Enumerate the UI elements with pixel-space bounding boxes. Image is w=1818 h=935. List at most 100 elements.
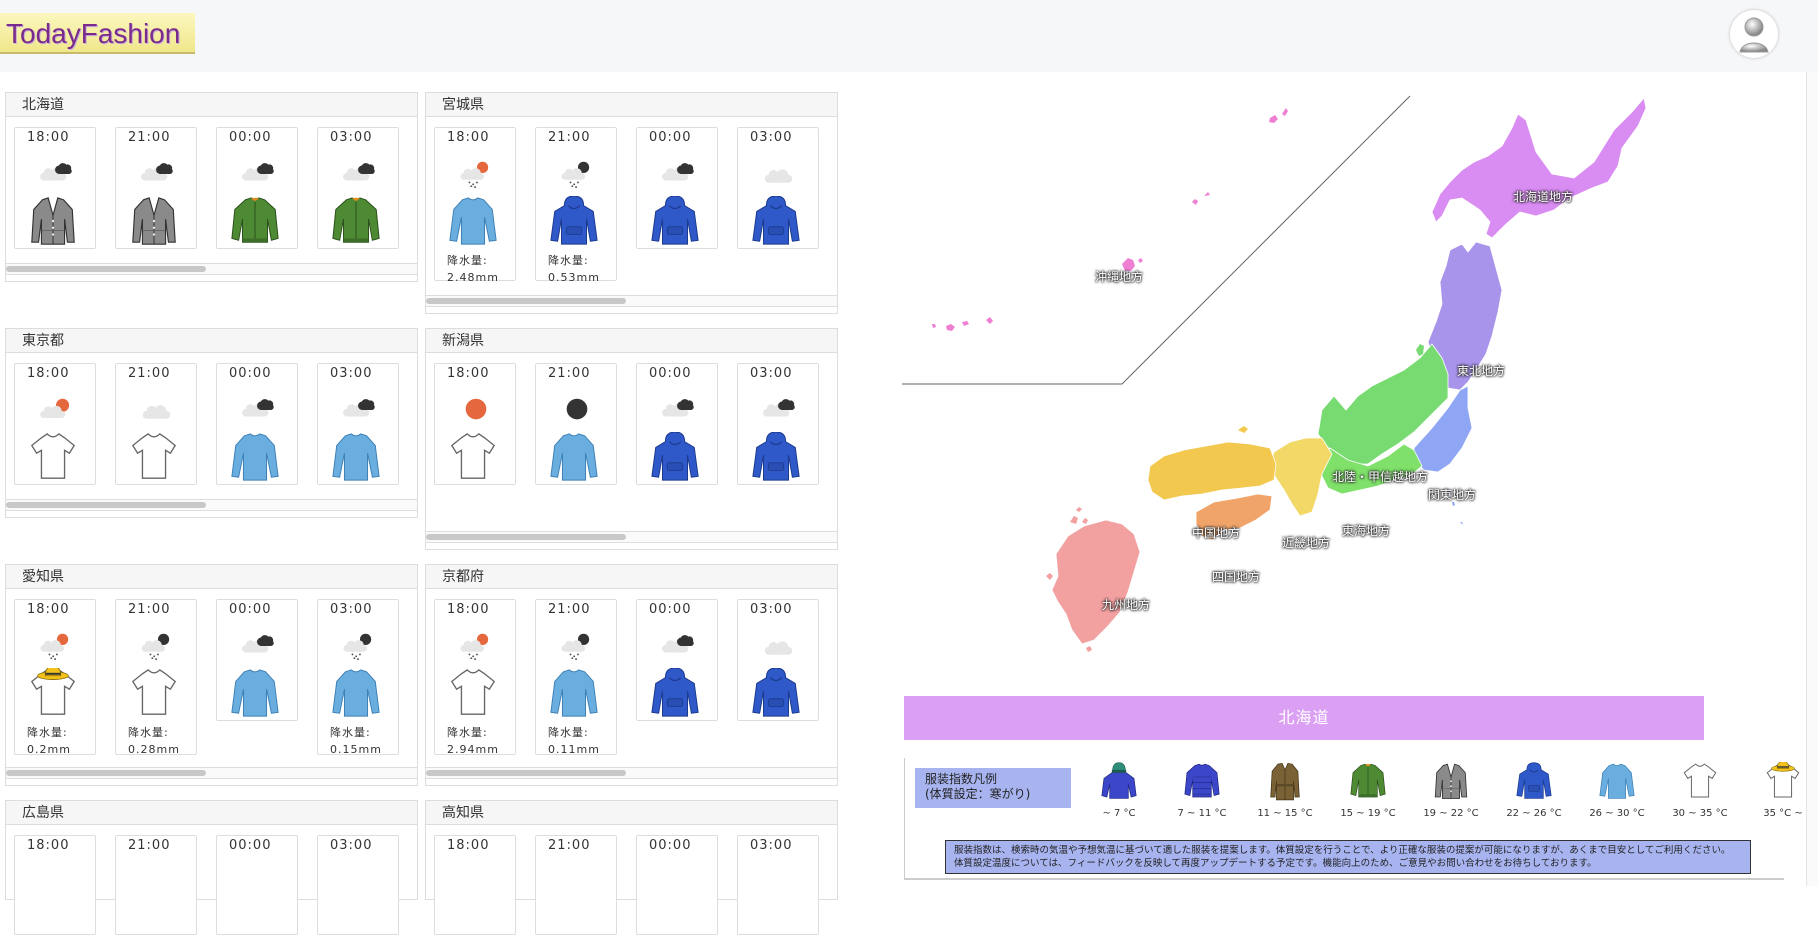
forecast-slot[interactable]: 03:00 [737, 363, 819, 485]
prefecture-card: 京都府 18:00 降水量: 2.94mm 21:00 降水量: 0.11mm 00:00 03… [425, 564, 838, 786]
forecast-slot[interactable]: 21:00 降水量: 0.53mm [535, 127, 617, 284]
long-sleeve-icon [231, 669, 279, 717]
slot-time: 03:00 [750, 602, 793, 617]
prefecture-name: 宮城県 [426, 93, 837, 117]
horizontal-scroll-track[interactable] [426, 767, 837, 779]
horizontal-scroll-track[interactable] [6, 499, 417, 511]
legend-range: 19 ~ 22 °C [1423, 808, 1479, 819]
forecast-slot[interactable]: 03:00 [737, 835, 819, 935]
forecast-slot[interactable]: 18:00 降水量: 2.48mm [434, 127, 516, 284]
okinawa-inset-divider [902, 95, 1411, 385]
cloudy-night-icon [343, 163, 375, 181]
forecast-slot[interactable]: 18:00 [14, 835, 96, 935]
precip-value: 0.28mm [128, 743, 180, 756]
forecast-slot[interactable]: 03:00 [737, 599, 819, 721]
horizontal-scroll-thumb[interactable] [426, 770, 626, 776]
hoodie-icon [1516, 762, 1552, 799]
horizontal-scroll-track[interactable] [426, 531, 837, 543]
legend-range: 11 ~ 15 °C [1257, 808, 1313, 819]
page-scrollbar[interactable] [1806, 72, 1818, 886]
forecast-slot[interactable]: 03:00 [317, 835, 399, 935]
forecast-slot[interactable]: 00:00 [636, 599, 718, 721]
cloudy-night-icon [763, 399, 795, 417]
cloud-icon [764, 641, 793, 655]
selected-region-banner: 北海道 [904, 696, 1704, 740]
forecast-slot[interactable]: 03:00 [317, 363, 399, 485]
bomber-jacket-icon [231, 197, 279, 243]
rain-sun-icon [40, 633, 69, 660]
forecast-slot[interactable]: 18:00 降水量: 0.2mm [14, 599, 96, 756]
precipitation: 降水量: 0.11mm [548, 724, 600, 758]
long-sleeve-icon [231, 433, 279, 481]
app-logo[interactable]: TodayFashion [0, 13, 195, 54]
forecast-slot[interactable]: 21:00 [535, 835, 617, 935]
region-label-kanto: 関東地方 [1428, 488, 1477, 502]
rain-night-icon [561, 633, 590, 660]
forecast-slot[interactable]: 21:00 [115, 363, 197, 485]
slot-time: 00:00 [649, 838, 692, 853]
prefecture-card: 北海道 18:00 21:00 00:00 03:00 [5, 92, 418, 282]
forecast-slot[interactable]: 21:00 [115, 835, 197, 935]
forecast-slot[interactable]: 00:00 [636, 127, 718, 249]
horizontal-scroll-thumb[interactable] [6, 770, 206, 776]
precipitation: 降水量: 0.53mm [548, 252, 600, 286]
moon-icon [566, 398, 588, 420]
forecast-slot[interactable]: 00:00 [636, 363, 718, 485]
horizontal-scroll-track[interactable] [6, 263, 417, 275]
legend-note: 服装指数は、検索時の気温や予想気温に基づいて適した服装を提案します。体質設定を行… [945, 840, 1751, 874]
cloudy-night-icon [662, 163, 694, 181]
forecast-slot[interactable]: 03:00 [737, 127, 819, 249]
forecast-slot[interactable]: 18:00 [14, 363, 96, 485]
forecast-slot[interactable]: 21:00 [535, 363, 617, 485]
forecast-slot[interactable]: 21:00 降水量: 0.28mm [115, 599, 197, 756]
rain-night-icon [343, 633, 372, 660]
horizontal-scroll-thumb[interactable] [426, 298, 626, 304]
prefecture-name: 新潟県 [426, 329, 837, 353]
legend-note-line1: 服装指数は、検索時の気温や予想気温に基づいて適した服装を提案します。体質設定を行… [954, 845, 1731, 856]
legend-range: 7 ~ 11 °C [1177, 808, 1227, 819]
region-hokkaido[interactable] [1431, 97, 1647, 239]
forecast-slot[interactable]: 21:00 [115, 127, 197, 249]
forecast-slot[interactable]: 03:00 [317, 127, 399, 249]
horizontal-scroll-thumb[interactable] [426, 534, 626, 540]
tshirt-icon [450, 669, 496, 715]
slot-time: 00:00 [649, 366, 692, 381]
prefecture-name: 東京都 [6, 329, 417, 353]
user-avatar[interactable] [1730, 10, 1778, 58]
region-kyushu[interactable] [1051, 519, 1141, 645]
forecast-slot[interactable]: 03:00 降水量: 0.15mm [317, 599, 399, 756]
legend-title: 服装指数凡例 (体質設定：寒がり) [915, 768, 1071, 808]
hoodie-icon [651, 668, 699, 717]
horizontal-scroll-track[interactable] [426, 295, 837, 307]
slot-time: 00:00 [649, 602, 692, 617]
region-chugoku[interactable] [1147, 441, 1277, 501]
forecast-slot[interactable]: 00:00 [216, 599, 298, 721]
forecast-slot[interactable]: 00:00 [216, 363, 298, 485]
legend-title-line2: (体質設定：寒がり) [925, 787, 1031, 801]
region-label-kinki: 近畿地方 [1282, 536, 1331, 550]
forecast-slot[interactable]: 00:00 [216, 127, 298, 249]
forecast-slot[interactable]: 18:00 [434, 363, 516, 485]
forecast-slot[interactable]: 18:00 [14, 127, 96, 249]
prefecture-name: 広島県 [6, 801, 417, 825]
japan-map-svg [902, 95, 1647, 652]
forecast-slot[interactable]: 00:00 [216, 835, 298, 935]
header: TodayFashion [0, 0, 1818, 72]
horizontal-scroll-thumb[interactable] [6, 266, 206, 272]
region-label-tohoku: 東北地方 [1457, 364, 1506, 378]
horizontal-scroll-thumb[interactable] [6, 502, 206, 508]
japan-map: 北海道地方 沖縄地方 東北地方 北陸・甲信越地方 関東地方 東海地方 中国地方 … [902, 92, 1712, 682]
legend-item: 19 ~ 22 °C [1412, 762, 1490, 819]
legend-item: 22 ~ 26 °C [1495, 762, 1573, 819]
slot-time: 21:00 [548, 838, 591, 853]
slot-time: 18:00 [27, 838, 70, 853]
forecast-slot[interactable]: 18:00 [434, 835, 516, 935]
forecast-slot[interactable]: 18:00 降水量: 2.94mm [434, 599, 516, 758]
forecast-slot[interactable]: 21:00 降水量: 0.11mm [535, 599, 617, 758]
forecast-slot[interactable]: 00:00 [636, 835, 718, 935]
prefecture-name: 北海道 [6, 93, 417, 117]
horizontal-scroll-track[interactable] [6, 767, 417, 779]
precipitation: 降水量: 2.94mm [447, 724, 499, 758]
region-okinawa[interactable] [932, 108, 1288, 331]
precip-value: 0.53mm [548, 271, 600, 284]
